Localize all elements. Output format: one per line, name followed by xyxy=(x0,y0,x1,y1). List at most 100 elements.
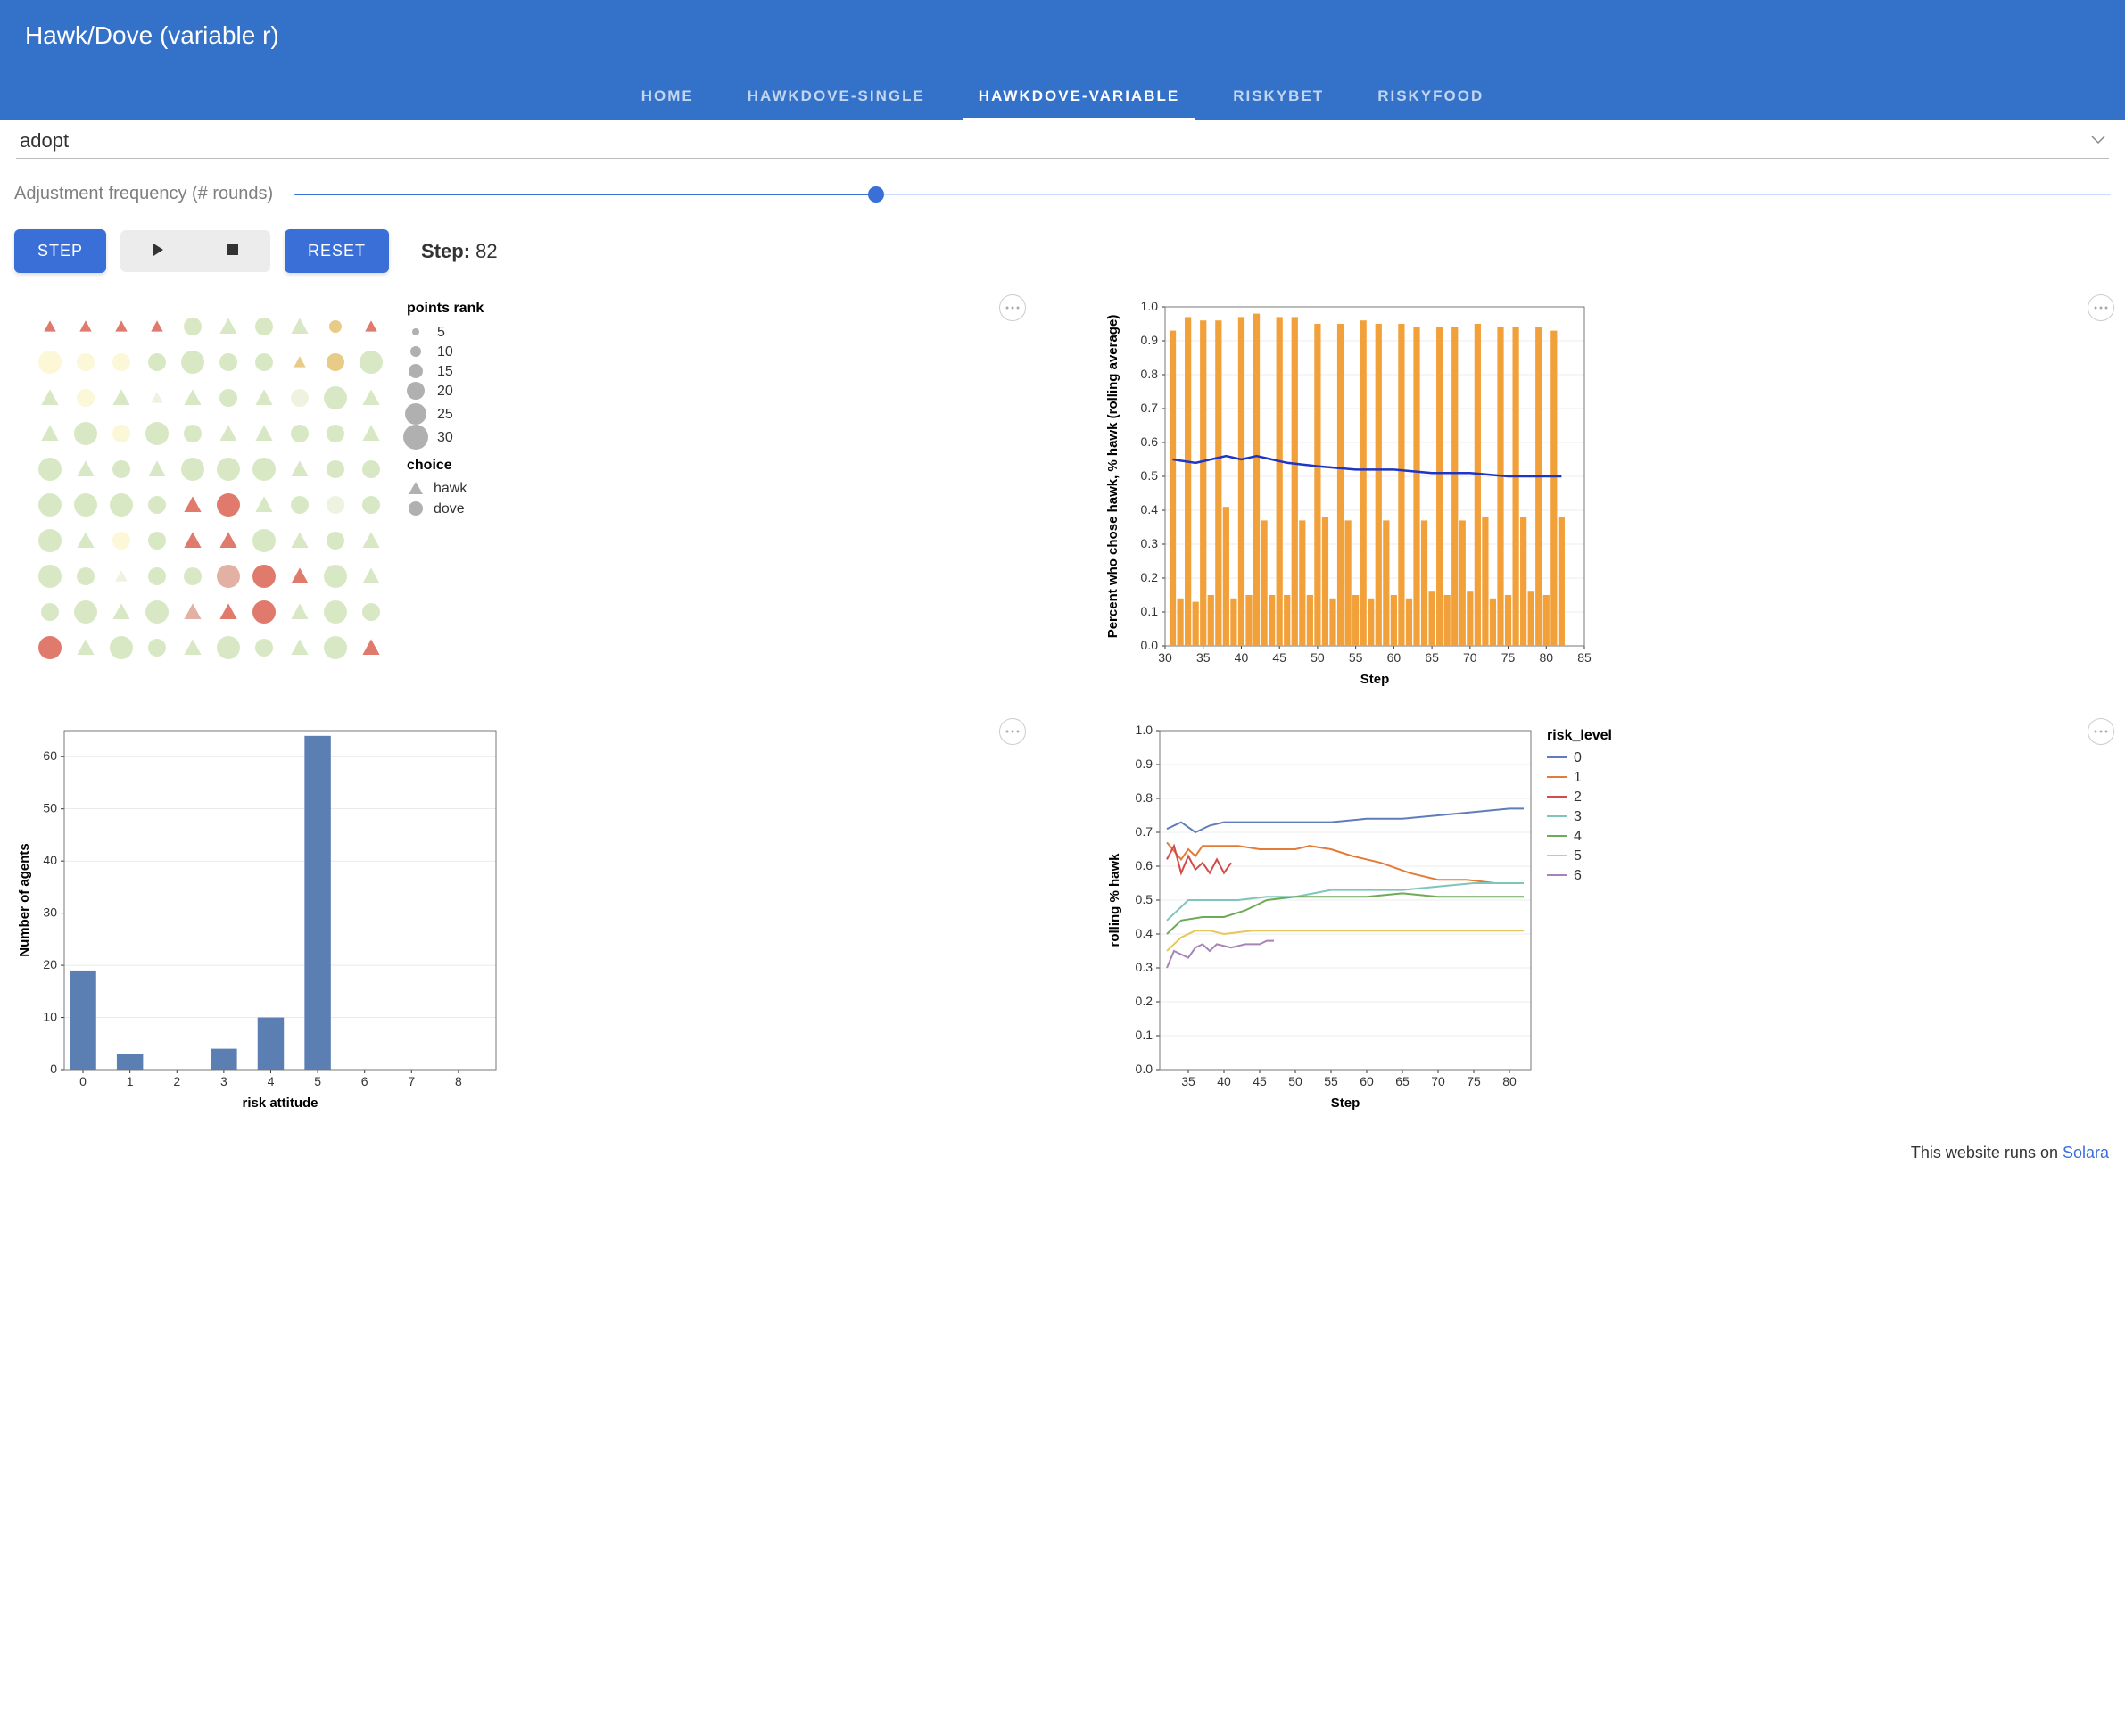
svg-text:4: 4 xyxy=(268,1074,275,1088)
svg-text:Step: Step xyxy=(1360,672,1390,687)
svg-text:0.2: 0.2 xyxy=(1136,994,1153,1008)
stop-button[interactable] xyxy=(195,230,270,272)
svg-text:0.8: 0.8 xyxy=(1136,790,1153,805)
svg-text:Number of agents: Number of agents xyxy=(17,843,32,957)
svg-text:0.4: 0.4 xyxy=(1136,926,1153,940)
svg-text:5: 5 xyxy=(437,325,445,340)
svg-text:30: 30 xyxy=(43,905,57,920)
svg-text:0.6: 0.6 xyxy=(1141,434,1159,449)
svg-text:0.3: 0.3 xyxy=(1136,960,1153,974)
percent-hawk-chart: 0.00.10.20.30.40.50.60.70.80.91.03035404… xyxy=(1103,298,1602,690)
panel-menu-button[interactable] xyxy=(2088,294,2114,321)
svg-text:50: 50 xyxy=(43,801,57,815)
svg-text:20: 20 xyxy=(437,384,453,399)
svg-text:0: 0 xyxy=(79,1074,87,1088)
mode-select-value: adopt xyxy=(20,129,69,153)
svg-text:0.5: 0.5 xyxy=(1136,892,1153,906)
svg-text:0.7: 0.7 xyxy=(1141,401,1159,415)
panel-menu-button[interactable] xyxy=(999,718,1026,745)
svg-text:70: 70 xyxy=(1463,650,1477,665)
svg-text:3: 3 xyxy=(1574,809,1582,824)
svg-text:0.6: 0.6 xyxy=(1136,858,1153,872)
reset-button[interactable]: RESET xyxy=(285,229,389,273)
svg-text:1.0: 1.0 xyxy=(1136,723,1153,737)
svg-text:risk attitude: risk attitude xyxy=(242,1095,318,1111)
svg-text:hawk: hawk xyxy=(434,481,467,496)
play-stop-group xyxy=(120,230,270,272)
svg-text:0.2: 0.2 xyxy=(1141,570,1159,584)
panel-menu-button[interactable] xyxy=(999,294,1026,321)
svg-text:7: 7 xyxy=(408,1074,415,1088)
svg-text:15: 15 xyxy=(437,364,453,379)
svg-text:0: 0 xyxy=(50,1062,57,1076)
svg-text:points rank: points rank xyxy=(407,301,484,316)
topbar: Hawk/Dove (variable r) HOME HAWKDOVE-SING… xyxy=(0,0,2125,120)
svg-text:85: 85 xyxy=(1577,650,1592,665)
svg-text:0.1: 0.1 xyxy=(1141,604,1159,618)
svg-text:55: 55 xyxy=(1349,650,1363,665)
mode-select[interactable]: adopt xyxy=(16,120,2109,159)
dots-icon xyxy=(2094,730,2108,733)
svg-text:55: 55 xyxy=(1324,1074,1338,1088)
tab-hawkdove-single[interactable]: HAWKDOVE-SINGLE xyxy=(732,75,941,120)
tabs: HOME HAWKDOVE-SINGLE HAWKDOVE-VARIABLE RISK… xyxy=(25,75,2100,120)
svg-text:10: 10 xyxy=(43,1010,57,1024)
stop-icon xyxy=(226,243,240,257)
svg-text:75: 75 xyxy=(1467,1074,1481,1088)
svg-text:6: 6 xyxy=(1574,868,1582,883)
dots-icon xyxy=(1005,730,1020,733)
svg-text:40: 40 xyxy=(43,853,57,867)
svg-text:0.8: 0.8 xyxy=(1141,367,1159,381)
svg-text:70: 70 xyxy=(1431,1074,1445,1088)
svg-text:60: 60 xyxy=(1387,650,1402,665)
svg-text:0.1: 0.1 xyxy=(1136,1028,1153,1042)
svg-text:50: 50 xyxy=(1311,650,1325,665)
solara-link[interactable]: Solara xyxy=(2063,1144,2109,1161)
svg-text:4: 4 xyxy=(1574,829,1582,844)
svg-text:dove: dove xyxy=(434,501,465,517)
svg-text:30: 30 xyxy=(1158,650,1172,665)
svg-text:45: 45 xyxy=(1253,1074,1267,1088)
controls: STEP RESET Step: 82 xyxy=(14,229,2111,273)
play-icon xyxy=(151,243,165,257)
agent-grid: points rank51015202530choicehawkdove xyxy=(14,298,523,682)
agent-grid-panel: points rank51015202530choicehawkdove xyxy=(14,298,1022,695)
svg-text:choice: choice xyxy=(407,458,452,473)
svg-text:0.4: 0.4 xyxy=(1141,502,1159,517)
step-button[interactable]: STEP xyxy=(14,229,106,273)
slider-row: Adjustment frequency (# rounds) xyxy=(14,184,2111,204)
svg-text:Percent who chose hawk, % hawk: Percent who chose hawk, % hawk (rolling … xyxy=(1105,315,1120,639)
svg-text:0.3: 0.3 xyxy=(1141,536,1159,550)
svg-text:60: 60 xyxy=(1360,1074,1374,1088)
tab-hawkdove-variable[interactable]: HAWKDOVE-VARIABLE xyxy=(963,75,1195,120)
panel-menu-button[interactable] xyxy=(2088,718,2114,745)
svg-text:1: 1 xyxy=(127,1074,134,1088)
svg-text:25: 25 xyxy=(437,407,453,422)
svg-text:0.9: 0.9 xyxy=(1136,756,1153,771)
rolling-lines-panel: 0.00.10.20.30.40.50.60.70.80.91.03540455… xyxy=(1103,722,2111,1119)
tab-riskyfood[interactable]: RISKYFOOD xyxy=(1361,75,1500,120)
tab-riskybet[interactable]: RISKYBET xyxy=(1217,75,1340,120)
dots-icon xyxy=(1005,306,1020,310)
svg-text:Step: Step xyxy=(1331,1095,1360,1111)
svg-text:2: 2 xyxy=(173,1074,180,1088)
svg-text:65: 65 xyxy=(1425,650,1439,665)
svg-text:8: 8 xyxy=(455,1074,462,1088)
svg-text:1.0: 1.0 xyxy=(1141,299,1159,313)
tab-home[interactable]: HOME xyxy=(625,75,710,120)
risk-hist-panel: 0102030405060012345678risk attitudeNumbe… xyxy=(14,722,1022,1119)
svg-text:80: 80 xyxy=(1539,650,1553,665)
svg-text:0: 0 xyxy=(1574,750,1582,765)
svg-text:0.9: 0.9 xyxy=(1141,333,1159,347)
svg-text:40: 40 xyxy=(1235,650,1249,665)
adjustment-frequency-slider[interactable] xyxy=(294,186,2111,203)
svg-text:10: 10 xyxy=(437,344,453,360)
svg-text:0.7: 0.7 xyxy=(1136,824,1153,839)
page-title: Hawk/Dove (variable r) xyxy=(25,21,2100,50)
play-button[interactable] xyxy=(120,230,195,272)
risk-hist-chart: 0102030405060012345678risk attitudeNumbe… xyxy=(14,722,514,1114)
svg-text:6: 6 xyxy=(361,1074,368,1088)
svg-text:35: 35 xyxy=(1196,650,1211,665)
svg-text:50: 50 xyxy=(1288,1074,1302,1088)
rolling-lines-chart: 0.00.10.20.30.40.50.60.70.80.91.03540455… xyxy=(1103,722,1638,1114)
